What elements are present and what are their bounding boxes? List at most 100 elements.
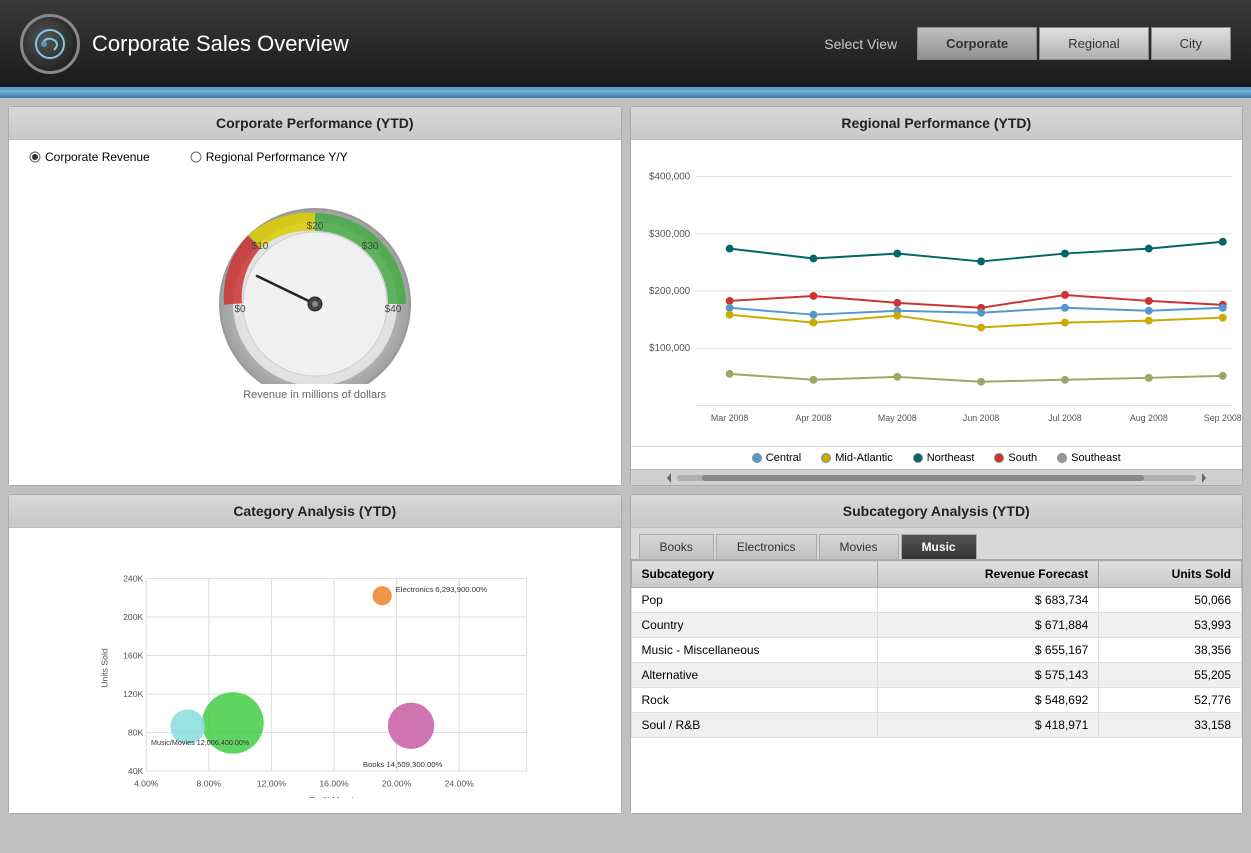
scroll-right-icon[interactable] <box>1196 470 1212 486</box>
svg-text:Music/Movies 12,006,400.00%: Music/Movies 12,006,400.00% <box>151 738 250 747</box>
gauge-svg: $0 $10 $20 $30 $40 <box>205 184 425 384</box>
cell-revenue: $ 548,692 <box>878 688 1099 713</box>
radio-regional-performance[interactable]: Regional Performance Y/Y <box>190 150 348 164</box>
scrollbar-thumb[interactable] <box>702 475 1144 481</box>
svg-text:20.00%: 20.00% <box>382 778 412 788</box>
svg-text:4.00%: 4.00% <box>134 778 159 788</box>
scrollbar-track[interactable] <box>677 475 1197 481</box>
tab-books[interactable]: Books <box>639 534 714 559</box>
subcategory-analysis-content: Books Electronics Movies Music Subcatego… <box>631 528 1243 813</box>
col-subcategory: Subcategory <box>631 561 878 588</box>
table-row: Music - Miscellaneous$ 655,16738,356 <box>631 638 1242 663</box>
cell-subcategory: Alternative <box>631 663 878 688</box>
category-analysis-panel: Category Analysis (YTD) Units Sold 40K 8… <box>8 494 622 814</box>
legend-dot-northeast <box>913 453 923 463</box>
logo-area: Corporate Sales Overview <box>20 14 349 74</box>
chart-legend: Central Mid-Atlantic Northeast South Sou… <box>631 446 1243 469</box>
svg-text:120K: 120K <box>123 689 143 699</box>
view-buttons: Corporate Regional City <box>917 27 1231 60</box>
header: Corporate Sales Overview Select View Cor… <box>0 0 1251 90</box>
svg-text:Electronics 6,293,900.00%: Electronics 6,293,900.00% <box>396 585 488 594</box>
cell-units: 38,356 <box>1099 638 1242 663</box>
svg-text:16.00%: 16.00% <box>319 778 349 788</box>
table-row: Soul / R&B$ 418,97133,158 <box>631 713 1242 738</box>
corporate-performance-panel: Corporate Performance (YTD) Corporate Re… <box>8 106 622 486</box>
svg-text:Units Sold: Units Sold <box>100 648 110 688</box>
scatter-plot-svg: Units Sold 40K 80K 120K 160K 200K 240K <box>19 538 611 798</box>
tab-electronics[interactable]: Electronics <box>716 534 817 559</box>
subcategory-analysis-panel: Subcategory Analysis (YTD) Books Electro… <box>630 494 1244 814</box>
logo-icon <box>20 14 80 74</box>
svg-text:8.00%: 8.00% <box>197 778 222 788</box>
svg-text:200K: 200K <box>123 612 143 622</box>
svg-text:80K: 80K <box>128 727 144 737</box>
svg-text:Sep 2008: Sep 2008 <box>1203 413 1241 423</box>
category-analysis-title: Category Analysis (YTD) <box>9 495 621 528</box>
svg-text:12.00%: 12.00% <box>257 778 287 788</box>
cell-subcategory: Country <box>631 613 878 638</box>
cell-units: 50,066 <box>1099 588 1242 613</box>
subcategory-table: Subcategory Revenue Forecast Units Sold … <box>631 560 1243 738</box>
svg-text:$30: $30 <box>361 241 378 252</box>
view-btn-corporate[interactable]: Corporate <box>917 27 1037 60</box>
legend-southeast: Southeast <box>1057 452 1121 464</box>
select-view-label: Select View <box>824 36 897 52</box>
col-units: Units Sold <box>1099 561 1242 588</box>
category-analysis-content: Units Sold 40K 80K 120K 160K 200K 240K <box>9 528 621 813</box>
legend-dot-central <box>752 453 762 463</box>
svg-text:$10: $10 <box>251 241 268 252</box>
svg-text:24.00%: 24.00% <box>445 778 475 788</box>
table-row: Rock$ 548,69252,776 <box>631 688 1242 713</box>
view-btn-regional[interactable]: Regional <box>1039 27 1148 60</box>
legend-central: Central <box>752 452 801 464</box>
svg-text:May 2008: May 2008 <box>877 413 916 423</box>
svg-text:240K: 240K <box>123 573 143 583</box>
svg-text:Books 14,509,300.00%: Books 14,509,300.00% <box>363 760 443 769</box>
cell-subcategory: Rock <box>631 688 878 713</box>
svg-text:Aug 2008: Aug 2008 <box>1129 413 1167 423</box>
chart-scrollbar[interactable] <box>631 469 1243 485</box>
table-row: Pop$ 683,73450,066 <box>631 588 1242 613</box>
subcategory-tbody: Pop$ 683,73450,066Country$ 671,88453,993… <box>631 588 1242 738</box>
svg-text:$300,000: $300,000 <box>649 229 691 240</box>
svg-text:$20: $20 <box>306 221 323 232</box>
view-btn-city[interactable]: City <box>1151 27 1231 60</box>
cell-subcategory: Soul / R&B <box>631 713 878 738</box>
svg-text:$0: $0 <box>234 304 246 315</box>
cell-units: 55,205 <box>1099 663 1242 688</box>
svg-text:$200,000: $200,000 <box>649 286 691 297</box>
corp-perf-title: Corporate Performance (YTD) <box>9 107 621 140</box>
svg-text:160K: 160K <box>123 650 143 660</box>
table-row: Alternative$ 575,14355,205 <box>631 663 1242 688</box>
blue-bar <box>0 90 1251 98</box>
svg-text:Apr 2008: Apr 2008 <box>795 413 831 423</box>
tab-music[interactable]: Music <box>901 534 977 559</box>
cell-subcategory: Pop <box>631 588 878 613</box>
subcategory-analysis-title: Subcategory Analysis (YTD) <box>631 495 1243 528</box>
table-row: Country$ 671,88453,993 <box>631 613 1242 638</box>
radio-corporate-revenue[interactable]: Corporate Revenue <box>29 150 150 164</box>
svg-text:Mar 2008: Mar 2008 <box>710 413 748 423</box>
regional-chart-svg: $400,000 $300,000 $200,000 $100,000 Mar … <box>631 140 1243 446</box>
regional-chart-area: $400,000 $300,000 $200,000 $100,000 Mar … <box>631 140 1243 485</box>
legend-northeast: Northeast <box>913 452 975 464</box>
cell-revenue: $ 575,143 <box>878 663 1099 688</box>
cell-subcategory: Music - Miscellaneous <box>631 638 878 663</box>
svg-text:40K: 40K <box>128 766 144 776</box>
scatter-plot-container: Units Sold 40K 80K 120K 160K 200K 240K <box>9 528 621 813</box>
cell-revenue: $ 418,971 <box>878 713 1099 738</box>
legend-midatlantic: Mid-Atlantic <box>821 452 892 464</box>
gauge-container: $0 $10 $20 $30 $40 Revenue in millions o… <box>205 184 425 401</box>
app-title: Corporate Sales Overview <box>92 31 349 57</box>
main-content: Corporate Performance (YTD) Corporate Re… <box>0 98 1251 853</box>
tab-movies[interactable]: Movies <box>819 534 899 559</box>
legend-dot-southeast <box>1057 453 1067 463</box>
legend-dot-midatlantic <box>821 453 831 463</box>
scroll-left-icon[interactable] <box>661 470 677 486</box>
cell-revenue: $ 683,734 <box>878 588 1099 613</box>
radio-row: Corporate Revenue Regional Performance Y… <box>9 140 368 174</box>
svg-text:Profit Margin: Profit Margin <box>309 795 358 798</box>
col-revenue: Revenue Forecast <box>878 561 1099 588</box>
cell-revenue: $ 655,167 <box>878 638 1099 663</box>
legend-south: South <box>994 452 1037 464</box>
